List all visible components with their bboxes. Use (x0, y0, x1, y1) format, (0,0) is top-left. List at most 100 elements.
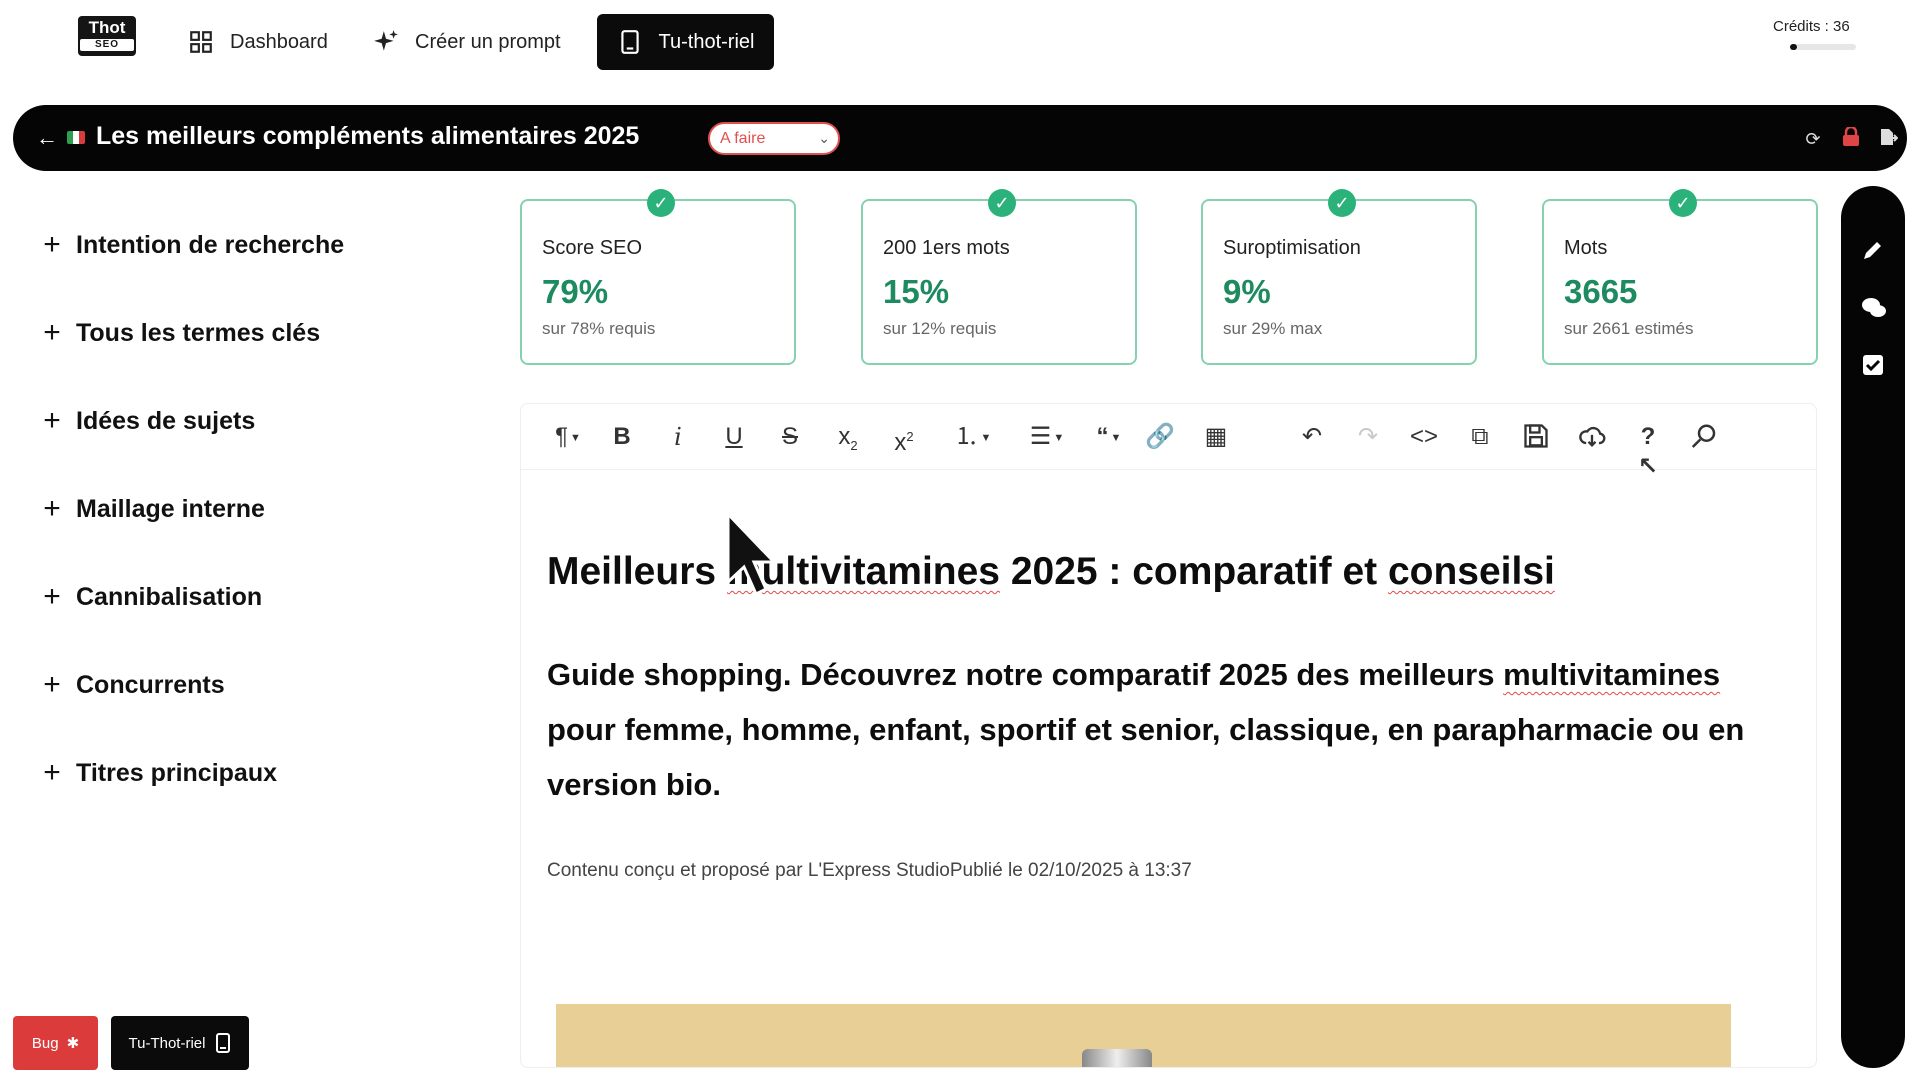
plus-icon: + (43, 228, 61, 261)
table-icon[interactable]: ▦ (1199, 422, 1233, 452)
credits-progress (1790, 44, 1856, 50)
check-icon: ✓ (1669, 189, 1697, 217)
credits-progress-fill (1790, 44, 1797, 50)
chevron-down-icon: ⌄ (818, 130, 830, 146)
h2-part: pour femme, homme, enfant, sportif et se… (547, 712, 1745, 802)
underline-icon[interactable]: U (719, 422, 749, 452)
top-nav: Thot SEO Dashboard Créer un prompt Tu-th… (0, 0, 1920, 82)
score-card-overoptimization: ✓ Suroptimisation 9% sur 29% max (1201, 189, 1477, 365)
paragraph-format-icon[interactable]: ¶ ▼ (547, 422, 589, 452)
sidebar-item-keywords[interactable]: + Tous les termes clés (40, 316, 320, 350)
status-value: A faire (720, 130, 766, 147)
copy-icon[interactable]: ⧉ (1463, 422, 1497, 452)
plus-icon: + (43, 668, 61, 701)
sidebar-item-label: Cannibalisation (76, 582, 263, 611)
card-label: Mots (1564, 237, 1608, 259)
h1-part: 2025 : comparatif et (999, 550, 1388, 593)
undo-icon[interactable]: ↶ (1295, 422, 1329, 452)
sidebar-item-competitors[interactable]: + Concurrents (40, 668, 224, 702)
thot-seo-logo[interactable]: Thot SEO (78, 16, 136, 56)
sidebar-item-topic-ideas[interactable]: + Idées de sujets (40, 404, 255, 438)
mouse-cursor-icon (726, 512, 776, 597)
sidebar-item-label: Titres principaux (76, 758, 277, 787)
logo-text-bottom: SEO (80, 39, 134, 51)
plus-icon: + (43, 404, 61, 437)
nav-tutorial-label: Tu-thot-riel (658, 30, 755, 53)
content-editor[interactable]: ¶ ▼ B i U S x2 x2 ⒈ ▼ ☰ ▼ “▼ 🔗 ▦ ↶ ↷ <> ⧉ ?… (520, 403, 1817, 1068)
card-sub: sur 78% requis (542, 319, 656, 338)
bullet-list-icon[interactable]: ☰ ▼ (1017, 422, 1077, 452)
italic-icon[interactable]: i (663, 422, 693, 452)
sidebar-item-label: Idées de sujets (76, 406, 256, 435)
score-card-first-words: ✓ 200 1ers mots 15% sur 12% requis (861, 189, 1137, 365)
score-card-word-count: ✓ Mots 3665 sur 2661 estimés (1542, 189, 1818, 365)
check-icon: ✓ (1328, 189, 1356, 217)
back-arrow-icon[interactable]: ← (31, 122, 63, 154)
document-byline[interactable]: Contenu conçu et proposé par L'Express S… (547, 860, 1192, 882)
superscript-icon[interactable]: x2 (887, 422, 921, 456)
sidebar-item-search-intent[interactable]: + Intention de recherche (40, 228, 344, 262)
credits-label: Crédits : 36 (1773, 18, 1850, 35)
editor-toolbar: ¶ ▼ B i U S x2 x2 ⒈ ▼ ☰ ▼ “▼ 🔗 ▦ ↶ ↷ <> ⧉ ?… (521, 404, 1816, 480)
h1-misspelled-word: conseilsi (1387, 550, 1555, 593)
nav-dashboard[interactable]: Dashboard (172, 14, 344, 70)
h2-misspelled-word: multivitamines (1503, 657, 1721, 692)
ordered-list-icon[interactable]: ⒈ ▼ (943, 422, 1003, 452)
tablet-icon (620, 30, 639, 54)
document-subtitle[interactable]: Guide shopping. Découvrez notre comparat… (547, 647, 1777, 812)
link-icon[interactable]: 🔗 (1143, 422, 1177, 452)
status-select[interactable]: A faire ⌄ (708, 122, 840, 155)
export-icon[interactable] (1876, 127, 1900, 151)
bug-icon: ✱ (66, 1035, 80, 1052)
chat-icon[interactable] (1861, 296, 1886, 320)
lock-icon[interactable] (1839, 125, 1863, 151)
nav-create-prompt-label: Créer un prompt (415, 30, 561, 53)
sidebar-item-cannibalization[interactable]: + Cannibalisation (40, 580, 262, 614)
score-card-seo: ✓ Score SEO 79% sur 78% requis (520, 189, 796, 365)
sidebar-item-label: Intention de recherche (76, 230, 345, 259)
nav-tutorial[interactable]: Tu-thot-riel (597, 14, 774, 70)
help-pointer-icon[interactable]: ?↖ (1631, 422, 1665, 480)
card-value: 9% (1223, 273, 1271, 310)
plus-icon: + (43, 580, 61, 613)
redo-icon[interactable]: ↷ (1351, 422, 1385, 452)
card-sub: sur 29% max (1223, 319, 1323, 338)
code-icon[interactable]: <> (1407, 422, 1441, 452)
refresh-icon[interactable]: ⟳ (1801, 127, 1825, 151)
card-sub: sur 2661 estimés (1564, 319, 1694, 338)
bug-report-button[interactable]: Bug ✱ (13, 1016, 98, 1070)
card-label: Suroptimisation (1223, 237, 1361, 259)
strikethrough-icon[interactable]: S (775, 422, 805, 452)
document-title[interactable]: Meilleurs multivitamines 2025 : comparat… (547, 550, 1555, 594)
nav-create-prompt[interactable]: Créer un prompt (357, 14, 577, 70)
checkbox-icon[interactable] (1861, 354, 1885, 378)
sidebar-item-main-titles[interactable]: + Titres principaux (40, 756, 277, 790)
plus-icon: + (43, 492, 61, 525)
nav-dashboard-label: Dashboard (230, 30, 328, 53)
check-icon: ✓ (647, 189, 675, 217)
pencil-icon[interactable] (1861, 238, 1885, 262)
project-title-bar: ← Les meilleurs compléments alimentaires… (13, 105, 1907, 171)
tutorial-button-label: Tu-Thot-riel (128, 1034, 206, 1052)
project-title: Les meilleurs compléments alimentaires 2… (96, 122, 640, 150)
plus-icon: + (43, 316, 61, 349)
article-image[interactable] (556, 1004, 1731, 1067)
h1-part: Meilleurs (547, 550, 727, 593)
check-icon: ✓ (988, 189, 1016, 217)
bold-icon[interactable]: B (607, 422, 637, 452)
subscript-icon[interactable]: x2 (831, 422, 865, 453)
h2-part: Guide shopping. Découvrez notre comparat… (547, 657, 1504, 692)
download-cloud-icon[interactable] (1575, 422, 1609, 452)
tutorial-button[interactable]: Tu-Thot-riel (111, 1016, 249, 1070)
card-value: 15% (883, 273, 950, 310)
logo-text-top: Thot (88, 18, 126, 37)
app-root: Thot SEO Dashboard Créer un prompt Tu-th… (0, 0, 1920, 1080)
sidebar-item-internal-linking[interactable]: + Maillage interne (40, 492, 265, 526)
search-magic-icon[interactable] (1687, 422, 1721, 452)
quote-icon[interactable]: “▼ (1087, 422, 1131, 452)
save-icon[interactable] (1519, 422, 1553, 452)
grid-icon (190, 31, 212, 53)
bottle-cap-shape (1082, 1049, 1152, 1067)
tablet-icon (216, 1033, 231, 1053)
card-value: 79% (542, 273, 609, 310)
